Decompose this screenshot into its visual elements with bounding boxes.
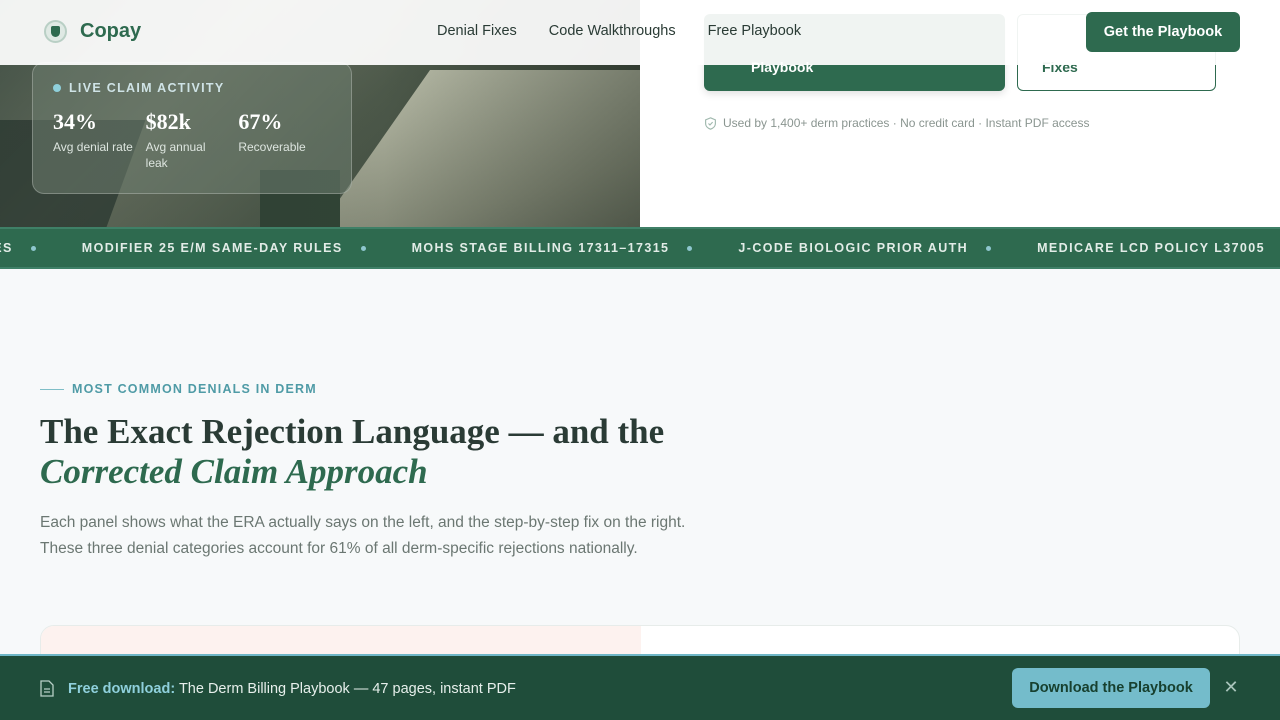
stat-label: Avg annual leak — [145, 140, 206, 170]
shield-check-icon — [705, 116, 716, 130]
ticker-item: J-CODE BIOLOGIC PRIOR AUTH — [738, 241, 1037, 255]
dot-icon — [687, 245, 693, 251]
nav-links: Denial Fixes Code Walkthroughs Free Play… — [437, 23, 801, 39]
ticker-track: RIES MODIFIER 25 E/M SAME-DAY RULES MOHS… — [0, 241, 1280, 255]
dot-icon — [360, 245, 366, 251]
ticker-item: MOHS STAGE BILLING 17311–17315 — [412, 241, 739, 255]
download-banner-label: The Derm Billing Playbook — 47 pages, in… — [178, 680, 516, 697]
logo-shield-icon — [44, 20, 67, 43]
download-banner-text: Free download: The Derm Billing Playbook… — [40, 680, 516, 697]
logo[interactable]: Copay — [44, 20, 141, 43]
ticker-item: MODIFIER 25 E/M SAME-DAY RULES — [82, 241, 412, 255]
stat-annual-leak: $82k Avg annual leak — [146, 109, 239, 171]
section-subtext: Each panel shows what the ERA actually s… — [40, 514, 686, 557]
brand-name: Copay — [80, 20, 142, 42]
live-claim-card: LIVE CLAIM ACTIVITY 34% Avg denial rate … — [32, 62, 352, 194]
eyebrow-rule — [40, 388, 64, 390]
dot-icon — [30, 245, 36, 251]
top-nav: Copay Denial Fixes Code Walkthroughs Fre… — [0, 0, 1280, 65]
download-banner: Free download: The Derm Billing Playbook… — [0, 654, 1280, 720]
stat-recoverable: 67% Recoverable — [238, 109, 331, 171]
stat-value: $82k — [145, 109, 191, 134]
ticker-item: MEDICARE LCD POLICY L37005 — [1037, 241, 1265, 255]
stat-value: 67% — [238, 109, 283, 134]
document-icon — [40, 680, 54, 697]
close-icon[interactable]: ✕ — [1222, 678, 1240, 696]
live-claim-label: LIVE CLAIM ACTIVITY — [53, 81, 331, 95]
live-dot-icon — [53, 84, 61, 92]
download-banner-strong: Free download: — [68, 680, 176, 697]
topic-ticker: RIES MODIFIER 25 E/M SAME-DAY RULES MOHS… — [0, 227, 1280, 269]
ticker-item: RIES — [0, 241, 82, 255]
download-playbook-button[interactable]: Download the Playbook — [1012, 668, 1210, 708]
stat-label: Recoverable — [238, 140, 306, 154]
get-playbook-button[interactable]: Get the Playbook — [1086, 12, 1240, 52]
nav-link-code-walkthroughs[interactable]: Code Walkthroughs — [549, 23, 676, 39]
stat-denial-rate: 34% Avg denial rate — [53, 109, 146, 171]
nav-link-denial-fixes[interactable]: Denial Fixes — [437, 23, 517, 39]
stat-label: Avg denial rate — [53, 140, 133, 154]
trust-line: Used by 1,400+ derm practices · No credi… — [704, 116, 1089, 130]
stat-value: 34% — [53, 109, 97, 134]
section-eyebrow: MOST COMMON DENIALS IN DERM — [40, 382, 317, 396]
dot-icon — [986, 245, 992, 251]
nav-link-free-playbook[interactable]: Free Playbook — [708, 23, 802, 39]
section-headline: The Exact Rejection Language — and the C… — [40, 412, 760, 492]
headline-accent: Corrected Claim Approach — [40, 452, 428, 491]
